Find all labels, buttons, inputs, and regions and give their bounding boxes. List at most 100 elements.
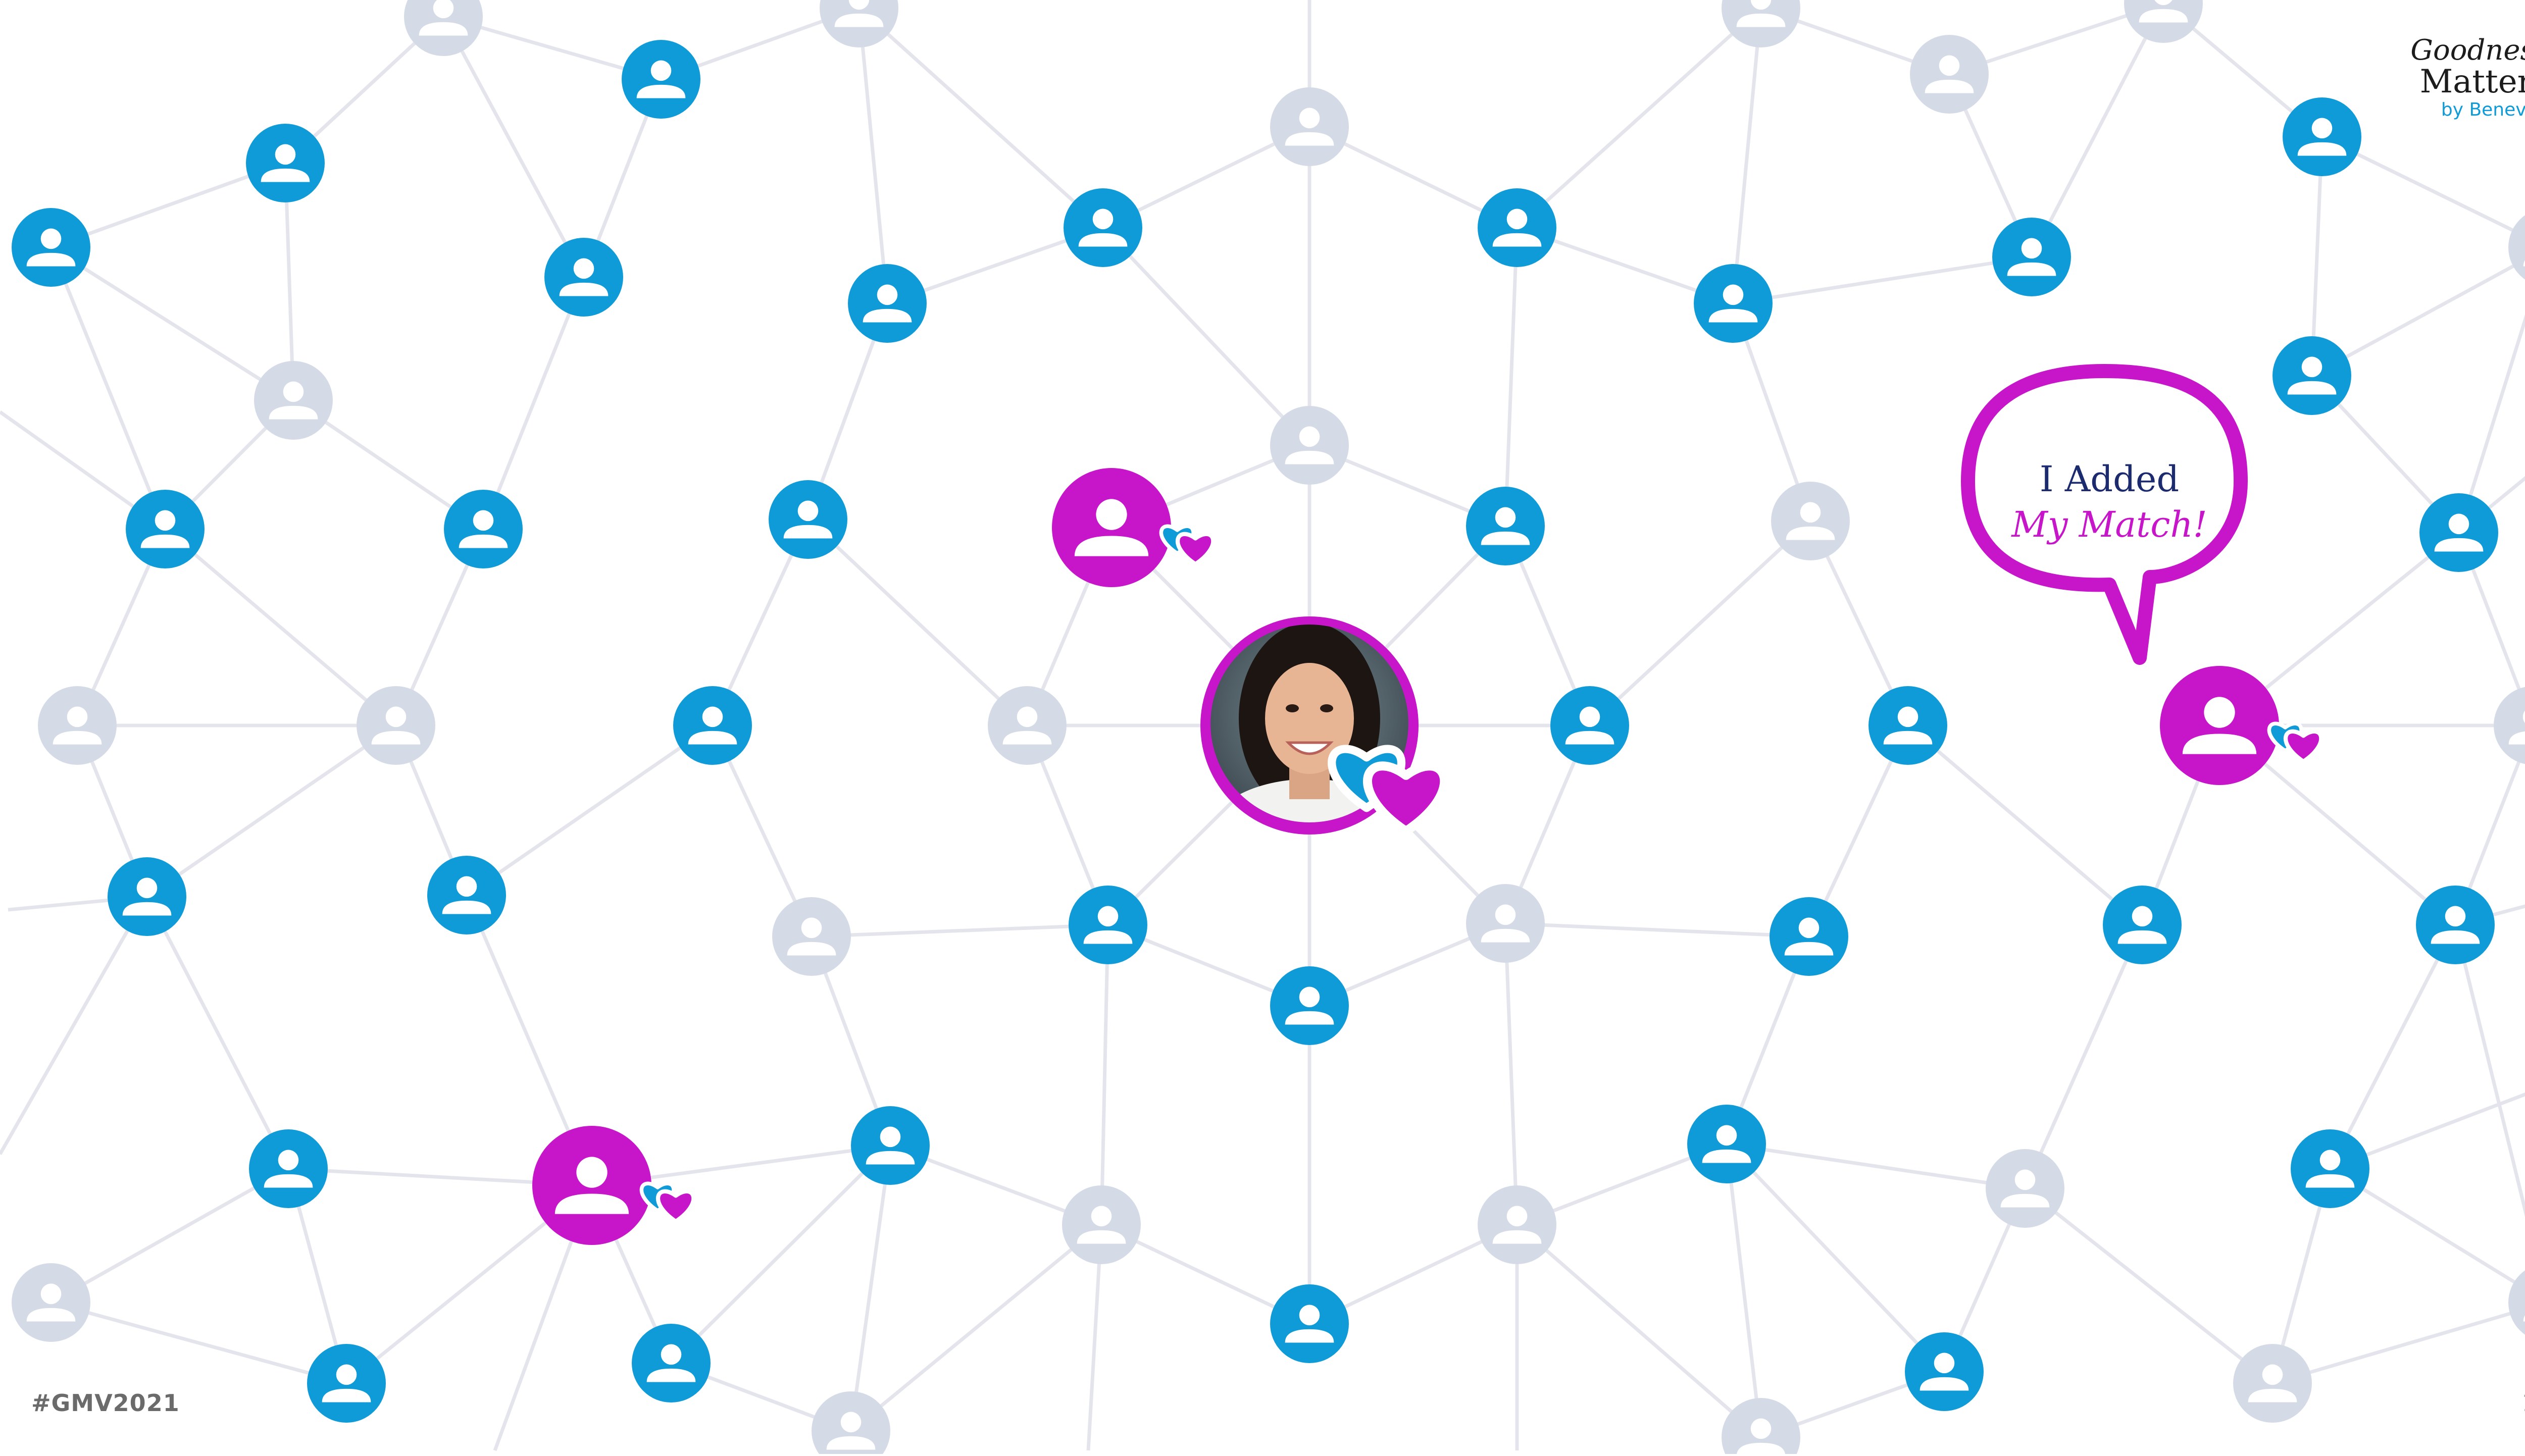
network-edge xyxy=(466,724,714,897)
active-user-node xyxy=(246,124,325,202)
active-user-node xyxy=(108,857,186,936)
network-edge xyxy=(1906,724,2144,926)
network-edge xyxy=(1726,1142,2026,1190)
speech-bubble-line1: I Added xyxy=(2040,458,2179,500)
active-user-node xyxy=(1466,487,1545,565)
inactive-user-node xyxy=(1722,1398,1800,1456)
inactive-user-node xyxy=(357,686,435,765)
active-user-node xyxy=(12,208,90,287)
featured-layer: I AddedMy Match! xyxy=(1200,364,2248,836)
network-edge xyxy=(2328,924,2457,1170)
active-user-node xyxy=(673,686,752,765)
active-user-node xyxy=(544,238,623,317)
match-user-node xyxy=(532,1126,651,1245)
network-edge xyxy=(2024,1187,2274,1385)
network-edge xyxy=(145,896,290,1170)
active-user-node xyxy=(2272,336,2351,415)
inactive-user-node xyxy=(2233,1344,2312,1423)
active-user-node xyxy=(769,480,847,559)
active-user-node xyxy=(126,490,205,568)
network-edge xyxy=(1503,227,1519,527)
inactive-user-node xyxy=(12,1263,90,1342)
active-user-node xyxy=(1270,1284,1349,1363)
network-edge xyxy=(441,16,586,278)
inactive-user-node xyxy=(2124,0,2203,43)
active-user-node xyxy=(1064,188,1142,267)
network-edge xyxy=(2272,1307,2525,1385)
active-user-node xyxy=(307,1344,386,1423)
active-user-node xyxy=(1270,966,1349,1045)
inactive-user-node xyxy=(2494,687,2525,764)
logo-goodness-text: Goodness xyxy=(2410,34,2525,67)
active-user-node xyxy=(1992,218,2071,296)
logo-benevity-text: by Benevity xyxy=(2441,99,2525,120)
network-edge xyxy=(1725,1142,1946,1373)
inactive-user-node xyxy=(1270,87,1349,166)
active-user-node xyxy=(1550,686,1629,765)
network-edge xyxy=(2023,924,2144,1189)
network-edge xyxy=(1503,923,1519,1225)
network-edge xyxy=(50,1167,289,1305)
network-edge xyxy=(2453,924,2525,1217)
network-edge xyxy=(146,724,397,898)
network-edge xyxy=(1099,924,1110,1225)
active-user-node xyxy=(444,490,523,568)
inactive-user-node xyxy=(820,0,898,47)
network-edge xyxy=(1101,226,1311,447)
inactive-user-node xyxy=(988,686,1067,765)
inactive-user-node xyxy=(1062,1185,1141,1264)
inactive-user-node xyxy=(1270,406,1349,485)
network-edge xyxy=(670,1144,892,1365)
slide: I AddedMy Match! Goodness Matters by Ben… xyxy=(0,0,2525,1456)
active-user-node xyxy=(2283,97,2361,176)
inactive-user-node xyxy=(254,361,333,440)
inactive-user-node xyxy=(1986,1149,2064,1228)
hearts-icon xyxy=(2267,721,2324,764)
active-user-node xyxy=(427,856,506,934)
network-graph: I AddedMy Match! xyxy=(0,0,2525,1456)
speech-bubble: I AddedMy Match! xyxy=(1961,364,2248,665)
active-user-node xyxy=(1478,188,1556,267)
network-edge xyxy=(164,528,397,727)
inactive-user-node xyxy=(1478,1185,1556,1264)
hearts-icon xyxy=(1159,524,1216,566)
network-edge xyxy=(811,923,1108,939)
page-number: 10 xyxy=(2521,1389,2525,1417)
match-user-node xyxy=(2160,666,2279,785)
match-user-node xyxy=(1052,468,1171,587)
network-edge xyxy=(1516,1223,1762,1439)
hashtag-label: #GMV2021 xyxy=(31,1389,180,1417)
active-user-node xyxy=(622,40,700,119)
hearts-icon xyxy=(639,1181,696,1224)
network-edge xyxy=(806,518,1029,727)
network-edge xyxy=(849,1145,892,1431)
inactive-user-node xyxy=(1910,35,1989,114)
active-user-node xyxy=(1770,897,1848,976)
active-user-node xyxy=(2416,886,2495,964)
active-user-node xyxy=(2419,493,2498,572)
network-edge xyxy=(1731,8,1763,304)
goodness-matters-logo: Goodness Matters by Benevity xyxy=(2410,36,2525,119)
speech-bubble-line2: My Match! xyxy=(2010,504,2207,545)
active-user-node xyxy=(1694,264,1773,343)
active-user-node xyxy=(1905,1332,1984,1411)
network-edge xyxy=(1516,7,1762,229)
network-edge xyxy=(1733,255,2032,305)
active-user-node xyxy=(632,1324,711,1402)
active-user-node xyxy=(1069,886,1147,964)
inactive-user-node xyxy=(404,0,483,56)
network-edge xyxy=(857,8,889,304)
network-edge xyxy=(1588,519,1812,727)
active-user-node xyxy=(2103,886,2182,964)
inactive-user-node xyxy=(2508,215,2525,280)
active-user-node xyxy=(851,1106,930,1185)
active-user-node xyxy=(249,1129,328,1208)
inactive-user-node xyxy=(1771,482,1850,560)
network-edge xyxy=(1505,921,1809,939)
inactive-user-node xyxy=(812,1391,890,1456)
inactive-user-node xyxy=(772,897,851,976)
inactive-user-node xyxy=(38,686,117,765)
network-edge xyxy=(1725,1143,1763,1438)
inactive-user-node xyxy=(1466,884,1545,963)
logo-matters-text: Matters xyxy=(2419,63,2525,100)
